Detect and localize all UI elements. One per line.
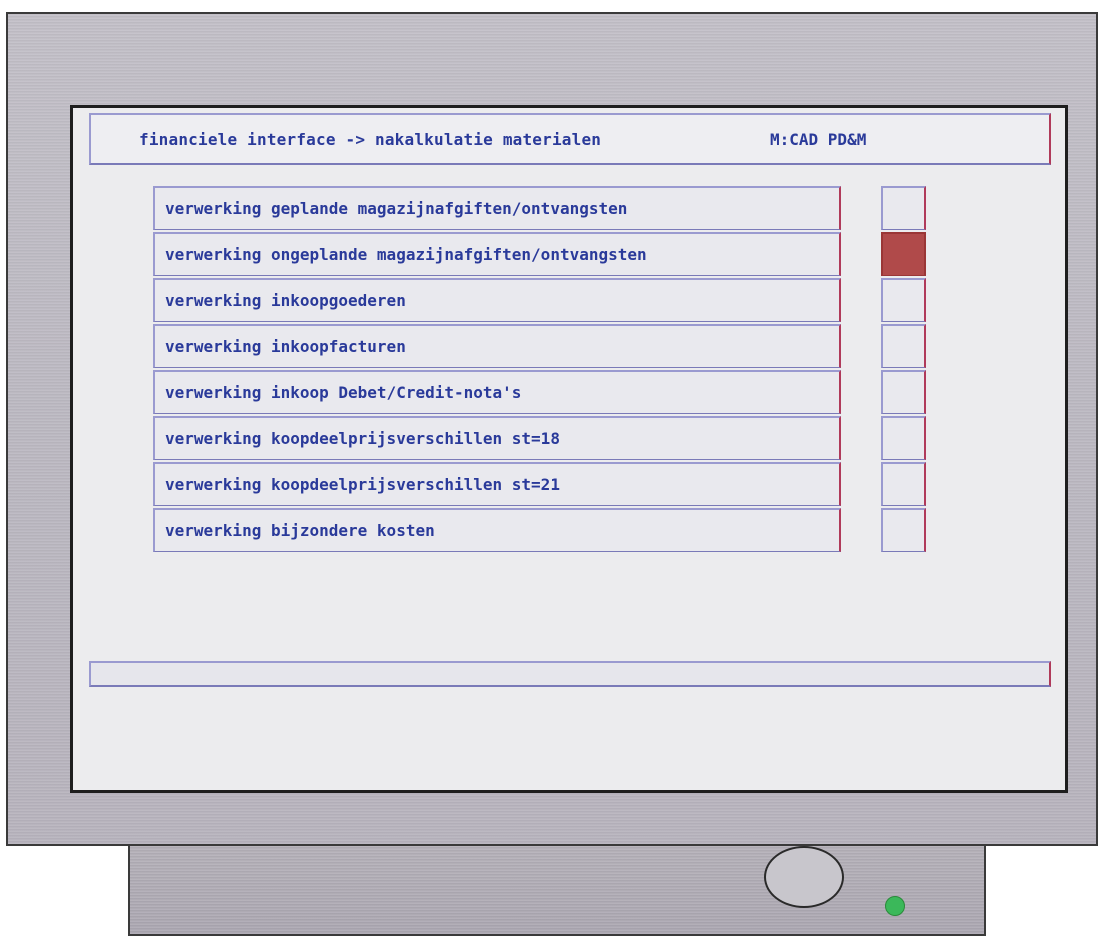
monitor-bezel: financiele interface -> nakalkulatie mat…	[6, 12, 1098, 846]
menu-item-label: verwerking koopdeelprijsverschillen st=1…	[165, 429, 560, 448]
selection-box[interactable]	[881, 324, 926, 368]
menu-item-label: verwerking ongeplande magazijnafgiften/o…	[165, 245, 647, 264]
menu-item-label: verwerking bijzondere kosten	[165, 521, 435, 540]
menu-item-debet-credit-notas[interactable]: verwerking inkoop Debet/Credit-nota's	[153, 370, 841, 414]
menu-item-inkoopfacturen[interactable]: verwerking inkoopfacturen	[153, 324, 841, 368]
system-code: M:CAD PD&M	[770, 130, 867, 149]
selection-box[interactable]	[881, 186, 926, 230]
selection-box[interactable]	[881, 232, 926, 276]
selection-box[interactable]	[881, 462, 926, 506]
selection-box[interactable]	[881, 508, 926, 552]
menu-item-ongeplande-afgiften[interactable]: verwerking ongeplande magazijnafgiften/o…	[153, 232, 841, 276]
menu-item-prijsverschillen-st18[interactable]: verwerking koopdeelprijsverschillen st=1…	[153, 416, 841, 460]
menu-item-prijsverschillen-st21[interactable]: verwerking koopdeelprijsverschillen st=2…	[153, 462, 841, 506]
menu-item-label: verwerking inkoop Debet/Credit-nota's	[165, 383, 522, 402]
selection-box[interactable]	[881, 278, 926, 322]
power-button-icon[interactable]	[764, 846, 844, 908]
menu-item-label: verwerking geplande magazijnafgiften/ont…	[165, 199, 628, 218]
monitor-base	[128, 846, 986, 936]
menu-item-inkoopgoederen[interactable]: verwerking inkoopgoederen	[153, 278, 841, 322]
selection-box[interactable]	[881, 370, 926, 414]
menu-item-label: verwerking inkoopfacturen	[165, 337, 406, 356]
menu-item-geplande-afgiften[interactable]: verwerking geplande magazijnafgiften/ont…	[153, 186, 841, 230]
page-title: financiele interface -> nakalkulatie mat…	[139, 130, 602, 149]
monitor-screen: financiele interface -> nakalkulatie mat…	[70, 105, 1068, 793]
status-bar	[89, 661, 1051, 687]
led-indicator-icon	[885, 896, 905, 916]
selection-box[interactable]	[881, 416, 926, 460]
selection-column	[881, 186, 926, 554]
menu-list: verwerking geplande magazijnafgiften/ont…	[153, 186, 841, 554]
menu-item-label: verwerking inkoopgoederen	[165, 291, 406, 310]
menu-item-label: verwerking koopdeelprijsverschillen st=2…	[165, 475, 560, 494]
menu-item-bijzondere-kosten[interactable]: verwerking bijzondere kosten	[153, 508, 841, 552]
title-bar: financiele interface -> nakalkulatie mat…	[89, 113, 1051, 165]
